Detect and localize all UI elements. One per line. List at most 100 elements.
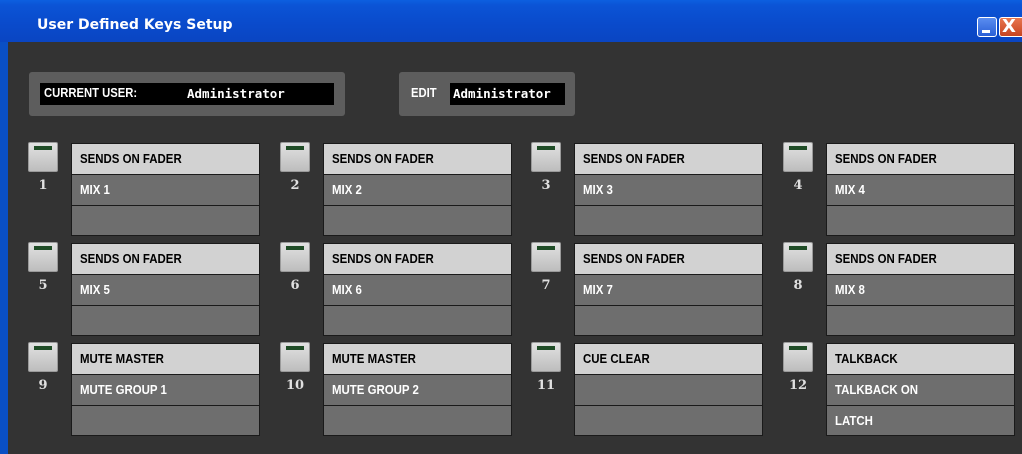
user-key-1: 1 SENDS ON FADER MIX 1 — [28, 142, 260, 236]
minimize-button[interactable] — [977, 17, 997, 37]
key-assignment: SENDS ON FADER MIX 3 — [574, 143, 763, 236]
key-function-label: SENDS ON FADER — [583, 151, 685, 166]
key-parameter1-field[interactable]: MIX 8 — [827, 275, 1014, 305]
edit-user-panel: EDIT Administrator — [399, 72, 575, 116]
close-button[interactable]: X — [999, 16, 1022, 37]
key-number: 6 — [290, 278, 300, 293]
user-key-10: 10 MUTE MASTER MUTE GROUP 2 — [280, 342, 512, 436]
key-parameter2-field[interactable] — [324, 306, 511, 335]
key-function-field[interactable]: SENDS ON FADER — [324, 244, 511, 274]
key-parameter1-field[interactable]: MUTE GROUP 2 — [324, 375, 511, 405]
key-number: 11 — [536, 378, 556, 393]
key-parameter1-label: MIX 3 — [583, 182, 613, 197]
key-number: 12 — [788, 378, 808, 393]
user-key-8: 8 SENDS ON FADER MIX 8 — [783, 242, 1015, 336]
key-function-field[interactable]: SENDS ON FADER — [827, 144, 1014, 174]
key-parameter2-field[interactable] — [324, 406, 511, 435]
edit-user-name: Administrator — [453, 86, 551, 101]
key-parameter1-label: MIX 2 — [332, 182, 362, 197]
key-parameter1-field[interactable]: MIX 4 — [827, 175, 1014, 205]
key-function-field[interactable]: CUE CLEAR — [575, 344, 762, 374]
current-user-name: Administrator — [187, 86, 285, 101]
key-number: 9 — [38, 378, 48, 393]
key-function-label: TALKBACK — [835, 351, 898, 366]
key-function-field[interactable]: SENDS ON FADER — [72, 244, 259, 274]
key-assignment: SENDS ON FADER MIX 5 — [71, 243, 260, 336]
key-parameter1-field[interactable]: MUTE GROUP 1 — [72, 375, 259, 405]
key-parameter1-field[interactable] — [575, 375, 762, 405]
key-led-button[interactable] — [28, 242, 58, 272]
key-assignment: MUTE MASTER MUTE GROUP 1 — [71, 343, 260, 436]
key-function-field[interactable]: TALKBACK — [827, 344, 1014, 374]
key-assignment: CUE CLEAR — [574, 343, 763, 436]
key-parameter1-label: MIX 8 — [835, 282, 865, 297]
key-led-button[interactable] — [783, 242, 813, 272]
key-parameter2-field[interactable] — [827, 306, 1014, 335]
key-parameter2-field[interactable] — [72, 406, 259, 435]
key-parameter1-field[interactable]: MIX 3 — [575, 175, 762, 205]
key-number: 5 — [38, 278, 48, 293]
edit-user-selector[interactable]: Administrator — [450, 83, 565, 105]
user-key-5: 5 SENDS ON FADER MIX 5 — [28, 242, 260, 336]
current-user-label: CURRENT USER: — [44, 86, 138, 100]
key-function-label: SENDS ON FADER — [835, 151, 937, 166]
key-parameter1-label: TALKBACK ON — [835, 382, 919, 397]
key-function-field[interactable]: SENDS ON FADER — [72, 144, 259, 174]
key-assignment: SENDS ON FADER MIX 6 — [323, 243, 512, 336]
key-function-field[interactable]: SENDS ON FADER — [575, 244, 762, 274]
key-number: 7 — [541, 278, 551, 293]
key-function-field[interactable]: MUTE MASTER — [72, 344, 259, 374]
key-parameter1-field[interactable]: MIX 6 — [324, 275, 511, 305]
key-parameter1-field[interactable]: MIX 5 — [72, 275, 259, 305]
key-function-field[interactable]: MUTE MASTER — [324, 344, 511, 374]
key-number: 4 — [793, 178, 803, 193]
key-parameter2-field[interactable] — [575, 206, 762, 235]
key-parameter1-field[interactable]: TALKBACK ON — [827, 375, 1014, 405]
key-parameter2-field[interactable] — [575, 406, 762, 435]
key-led-button[interactable] — [280, 342, 310, 372]
key-led-button[interactable] — [531, 142, 561, 172]
key-function-label: MUTE MASTER — [80, 351, 164, 366]
key-led-button[interactable] — [783, 142, 813, 172]
key-parameter2-field[interactable] — [575, 306, 762, 335]
key-parameter1-field[interactable]: MIX 7 — [575, 275, 762, 305]
key-led-button[interactable] — [531, 342, 561, 372]
user-key-6: 6 SENDS ON FADER MIX 6 — [280, 242, 512, 336]
key-led-button[interactable] — [28, 342, 58, 372]
key-parameter1-field[interactable]: MIX 1 — [72, 175, 259, 205]
key-number: 3 — [541, 178, 551, 193]
key-parameter2-field[interactable] — [827, 206, 1014, 235]
key-parameter2-field[interactable] — [72, 206, 259, 235]
key-function-field[interactable]: SENDS ON FADER — [827, 244, 1014, 274]
user-key-2: 2 SENDS ON FADER MIX 2 — [280, 142, 512, 236]
key-led-button[interactable] — [280, 242, 310, 272]
key-parameter1-field[interactable]: MIX 2 — [324, 175, 511, 205]
key-function-label: SENDS ON FADER — [835, 251, 937, 266]
key-led-button[interactable] — [783, 342, 813, 372]
key-parameter2-field[interactable] — [72, 306, 259, 335]
key-function-label: MUTE MASTER — [332, 351, 416, 366]
key-assignment: SENDS ON FADER MIX 2 — [323, 143, 512, 236]
key-led-button[interactable] — [28, 142, 58, 172]
key-parameter2-field[interactable]: LATCH — [827, 406, 1014, 435]
user-key-4: 4 SENDS ON FADER MIX 4 — [783, 142, 1015, 236]
edit-label: EDIT — [411, 86, 437, 100]
key-function-label: SENDS ON FADER — [80, 151, 182, 166]
key-assignment: SENDS ON FADER MIX 8 — [826, 243, 1015, 336]
key-led-button[interactable] — [280, 142, 310, 172]
key-function-field[interactable]: SENDS ON FADER — [575, 144, 762, 174]
current-user-panel: CURRENT USER: Administrator — [29, 72, 345, 116]
title-bar[interactable]: User Defined Keys Setup X — [0, 0, 1022, 42]
key-parameter2-label: LATCH — [835, 413, 873, 428]
key-number: 1 — [38, 178, 48, 193]
key-function-label: SENDS ON FADER — [332, 151, 434, 166]
key-assignment: TALKBACK TALKBACK ON LATCH — [826, 343, 1015, 436]
key-parameter2-field[interactable] — [324, 206, 511, 235]
key-assignment: SENDS ON FADER MIX 1 — [71, 143, 260, 236]
key-function-label: SENDS ON FADER — [80, 251, 182, 266]
user-key-12: 12 TALKBACK TALKBACK ON LATCH — [783, 342, 1015, 436]
key-led-button[interactable] — [531, 242, 561, 272]
key-function-label: CUE CLEAR — [583, 351, 650, 366]
key-assignment: MUTE MASTER MUTE GROUP 2 — [323, 343, 512, 436]
key-function-field[interactable]: SENDS ON FADER — [324, 144, 511, 174]
